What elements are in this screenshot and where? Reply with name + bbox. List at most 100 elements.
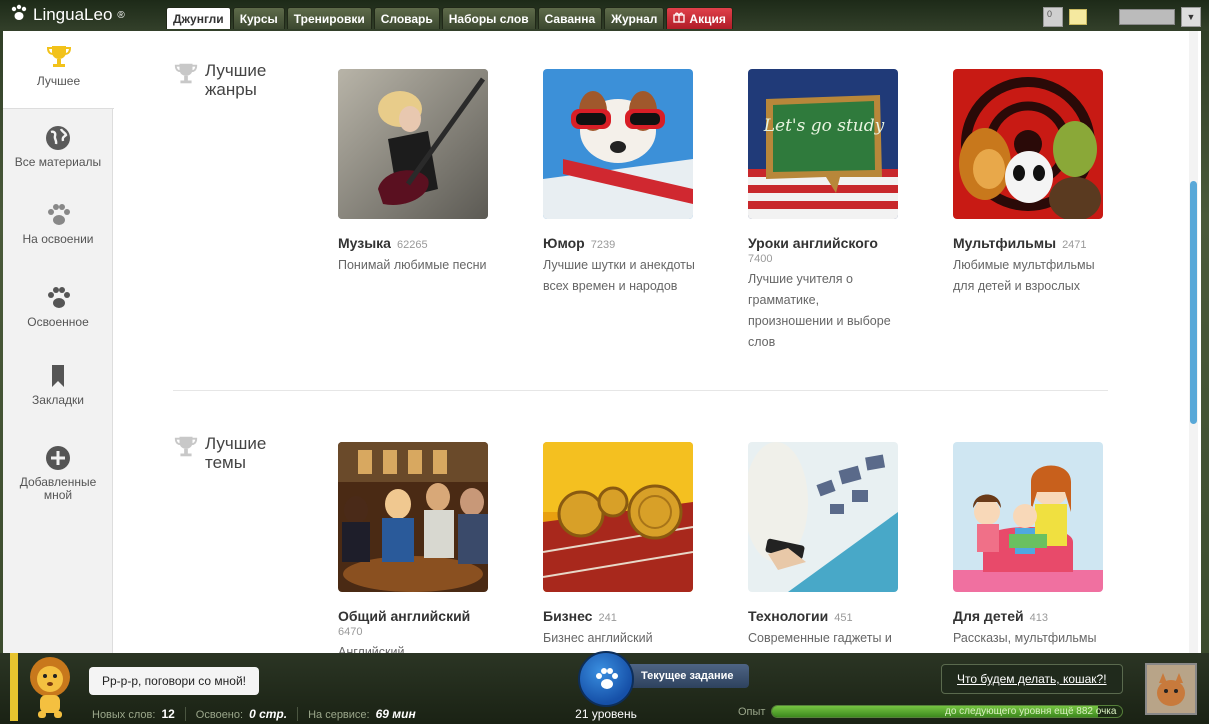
tab-courses[interactable]: Курсы — [232, 7, 285, 29]
paw-icon — [48, 204, 70, 225]
level-label: 21 уровень — [575, 707, 637, 721]
card-title-text: Общий английский — [338, 608, 471, 624]
tab-word-sets[interactable]: Наборы слов — [441, 7, 536, 29]
plus-circle-icon — [46, 446, 70, 470]
english-lessons-thumbnail[interactable]: Let's go study — [748, 69, 898, 219]
card-description: Лучшие учителя о грамматике, произношени… — [748, 272, 891, 349]
avatar[interactable] — [1145, 663, 1197, 715]
main-tabs: Джунгли Курсы Тренировки Словарь Наборы … — [166, 7, 733, 29]
card-title-text: Для детей — [953, 608, 1024, 624]
paw-logo-icon — [10, 4, 28, 27]
cartoons-thumbnail[interactable] — [953, 69, 1103, 219]
topic-card-business[interactable]: Бизнес 241 Бизнес английский — [543, 442, 703, 649]
lion-mascot-icon[interactable] — [24, 653, 76, 719]
sidebar-item-label: Лучшее — [36, 74, 81, 88]
section-title-line: жанры — [205, 80, 257, 99]
music-thumbnail[interactable] — [338, 69, 488, 219]
sidebar-item-label: Освоенное — [27, 315, 89, 329]
sidebar-item-learned[interactable]: Освоенное — [3, 284, 113, 329]
humor-thumbnail[interactable] — [543, 69, 693, 219]
card-title-text: Бизнес — [543, 608, 593, 624]
genre-card-music[interactable]: Музыка 62265 Понимай любимые песни — [338, 69, 498, 276]
logo[interactable]: LinguaLeo ® — [10, 4, 125, 26]
card-count: 7400 — [748, 253, 773, 265]
paw-badge-icon — [578, 651, 634, 707]
lion-speech-bubble[interactable]: Рр-р-р, поговори со мной! — [89, 667, 259, 695]
section-title-line: Лучшие — [205, 61, 267, 80]
service-time-value: 69 мин — [375, 707, 416, 721]
card-title[interactable]: Для детей 413 — [953, 608, 1113, 624]
topic-card-general-english[interactable]: Общий английский 6470 Английский — [338, 442, 498, 653]
card-title[interactable]: Бизнес 241 — [543, 608, 703, 624]
card-description: Лучшие шутки и анекдоты всех времен и на… — [543, 258, 695, 293]
card-title[interactable]: Юмор 7239 — [543, 235, 703, 251]
technology-thumbnail[interactable] — [748, 442, 898, 592]
experience-label: Опыт — [738, 705, 766, 718]
topic-card-technology[interactable]: Технологии 451 Современные гаджеты и — [748, 442, 908, 649]
sidebar-item-bookmarks[interactable]: Закладки — [3, 362, 113, 407]
tab-promo[interactable]: Акция — [666, 7, 733, 30]
card-title[interactable]: Общий английский 6470 — [338, 608, 498, 638]
bookmark-icon — [52, 365, 64, 387]
section-title-line: темы — [205, 453, 246, 472]
card-count: 2471 — [1062, 239, 1087, 251]
lion-hunger-bar — [10, 653, 18, 721]
sidebar-item-best[interactable]: Лучшее — [3, 31, 114, 109]
trophy-icon — [46, 46, 71, 67]
new-words-stat: Новых слов: 12 — [92, 707, 175, 721]
stats-divider — [184, 707, 186, 721]
bottom-status-bar: Рр-р-р, поговори со мной! Новых слов: 12 … — [0, 651, 1209, 724]
trophy-icon — [174, 63, 198, 84]
service-time-stat: На сервисе: 69 мин — [308, 707, 416, 721]
tab-jungle[interactable]: Джунгли — [166, 7, 231, 29]
new-words-value: 12 — [161, 707, 175, 721]
card-title-text: Мультфильмы — [953, 235, 1057, 251]
messages-icon[interactable] — [1069, 9, 1087, 25]
topic-card-kids[interactable]: Для детей 413 Рассказы, мультфильмы — [953, 442, 1113, 649]
genre-card-cartoons[interactable]: Мультфильмы 2471 Любимые мультфильмы для … — [953, 69, 1113, 297]
tab-savanna[interactable]: Саванна — [537, 7, 603, 29]
logo-text: LinguaLeo — [33, 5, 113, 24]
tab-dictionary[interactable]: Словарь — [373, 7, 440, 29]
sidebar: Лучшее Все материалы На освоении Освоенн… — [3, 31, 114, 653]
tab-journal[interactable]: Журнал — [604, 7, 665, 29]
card-count: 6470 — [338, 626, 363, 638]
section-divider — [173, 390, 1108, 391]
what-to-do-link[interactable]: Что будем делать, кошак?! — [941, 664, 1123, 694]
section-title-topics: Лучшие темы — [173, 434, 266, 472]
paw-icon — [48, 287, 70, 308]
learned-label: Освоено: — [195, 709, 244, 721]
genre-card-humor[interactable]: Юмор 7239 Лучшие шутки и анекдоты всех вр… — [543, 69, 703, 297]
card-title[interactable]: Технологии 451 — [748, 608, 908, 624]
tab-promo-label: Акция — [689, 11, 726, 26]
kids-thumbnail[interactable] — [953, 442, 1103, 592]
genre-card-english-lessons[interactable]: Let's go study Уроки английского 7400 Луч… — [748, 69, 908, 353]
user-menu[interactable] — [1119, 9, 1175, 25]
sidebar-item-label: Закладки — [32, 393, 84, 407]
card-title[interactable]: Музыка 62265 — [338, 235, 498, 251]
scrollbar-thumb[interactable] — [1190, 181, 1197, 424]
card-description: Любимые мультфильмы для детей и взрослых — [953, 258, 1095, 293]
card-title-text: Музыка — [338, 235, 391, 251]
trophy-icon — [174, 436, 198, 457]
card-description: Бизнес английский — [543, 631, 653, 645]
sidebar-item-all-materials[interactable]: Все материалы — [3, 124, 113, 169]
card-title[interactable]: Уроки английского 7400 — [748, 235, 908, 265]
learned-value: 0 стр. — [249, 707, 288, 721]
card-count: 413 — [1029, 612, 1049, 624]
scrollbar[interactable] — [1189, 31, 1198, 653]
level-badge[interactable]: 21 уровень — [566, 651, 646, 724]
tab-trainings[interactable]: Тренировки — [286, 7, 372, 29]
general-english-thumbnail[interactable] — [338, 442, 488, 592]
card-title[interactable]: Мультфильмы 2471 — [953, 235, 1113, 251]
business-thumbnail[interactable] — [543, 442, 693, 592]
new-words-label: Новых слов: — [92, 709, 156, 721]
sidebar-item-added-by-me[interactable]: Добавленные мной — [3, 444, 113, 502]
experience-progress-text: до следующего уровня ещё 882 очка — [944, 706, 1117, 717]
sidebar-item-learning[interactable]: На освоении — [3, 201, 113, 246]
card-title-text: Уроки английского — [748, 235, 878, 251]
gift-icon — [673, 8, 686, 30]
card-count: 451 — [834, 612, 853, 624]
notifications-counter[interactable]: 0 — [1043, 7, 1063, 27]
chevron-down-icon[interactable]: ▼ — [1181, 7, 1201, 27]
